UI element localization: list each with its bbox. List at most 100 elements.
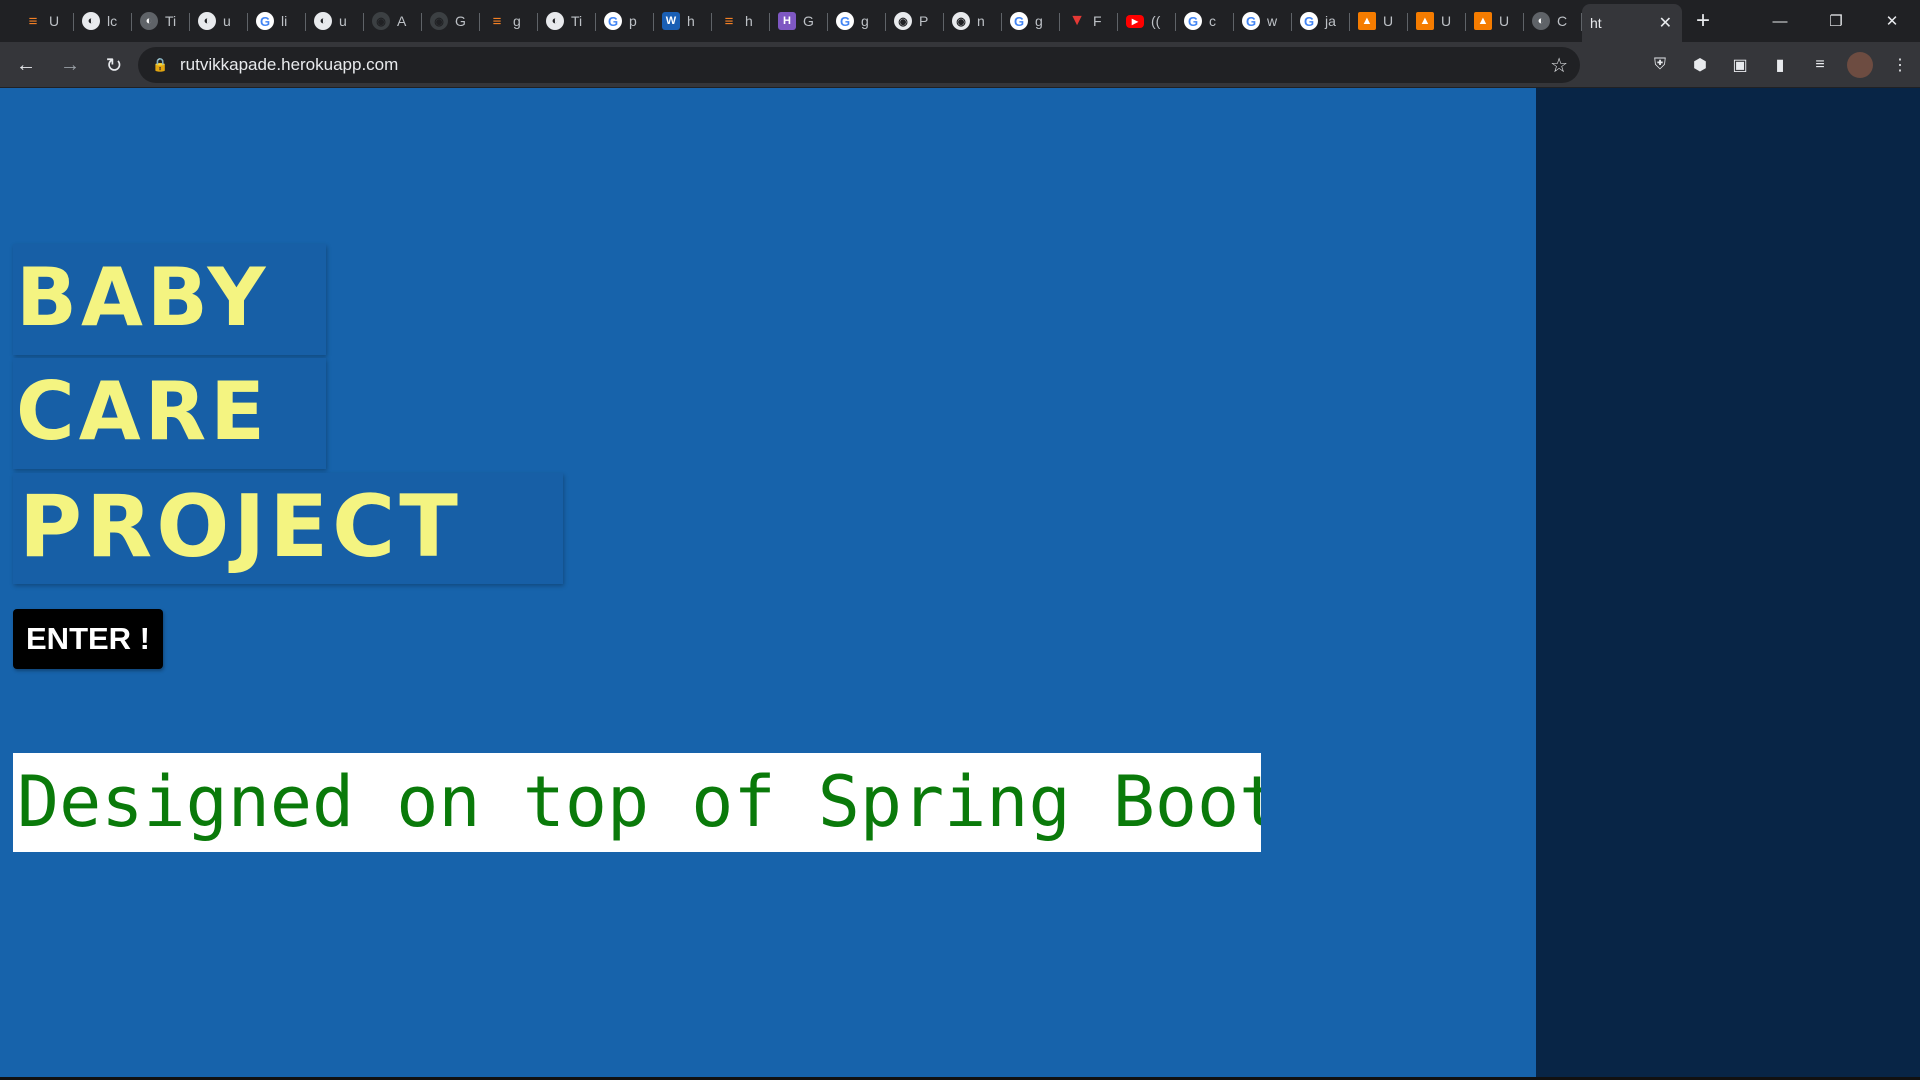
browser-tab[interactable]: Gc <box>1176 4 1234 38</box>
reload-button[interactable]: ↻ <box>96 47 132 83</box>
tab-title: g <box>1035 13 1043 29</box>
browser-tab[interactable]: ▲ U <box>1408 4 1466 38</box>
tab-title: G <box>455 13 466 29</box>
tab-title: g <box>513 13 521 29</box>
tab-title: (( <box>1151 13 1161 29</box>
browser-tab[interactable]: ≡ U <box>16 4 74 38</box>
browser-tab[interactable]: HG <box>770 4 828 38</box>
browser-tab[interactable]: ◉ n <box>944 4 1002 38</box>
close-window-button[interactable]: ✕ <box>1864 0 1920 42</box>
udemy-icon: ▲ <box>1474 12 1492 30</box>
tab-title: g <box>861 13 869 29</box>
browser-tab[interactable]: ≡ g <box>480 4 538 38</box>
browser-tab[interactable]: ◉ G <box>422 4 480 38</box>
stackoverflow-icon: ≡ <box>724 12 734 30</box>
google-icon: G <box>1300 12 1318 30</box>
browser-tab[interactable]: Gg <box>828 4 886 38</box>
word-icon: W <box>662 12 680 30</box>
close-tab-icon[interactable]: ✕ <box>1659 13 1672 33</box>
media-control-icon[interactable]: ≡ <box>1800 42 1840 88</box>
tab-title: w <box>1267 13 1278 29</box>
browser-tab[interactable]: ◉ A <box>364 4 422 38</box>
globe-icon: ◐ <box>1532 12 1550 30</box>
back-button[interactable]: ← <box>8 47 44 83</box>
tab-title: A <box>397 13 407 29</box>
browser-tab[interactable]: ◐ Ti <box>538 4 596 38</box>
tab-title: U <box>1441 13 1452 29</box>
tab-title: lc <box>107 13 118 29</box>
globe-icon: ◐ <box>82 12 100 30</box>
tab-title: p <box>629 13 637 29</box>
tab-title: h <box>745 13 753 29</box>
new-tab-button[interactable]: + <box>1696 0 1710 42</box>
bookmark-star-icon[interactable]: ☆ <box>1550 53 1568 78</box>
tab-title: U <box>49 13 60 29</box>
web-page <box>0 88 1536 1080</box>
browser-tab[interactable]: ◐ lc <box>74 4 132 38</box>
tab-title: G <box>803 13 814 29</box>
google-icon: G <box>1010 12 1028 30</box>
browser-tab[interactable]: ≡ h <box>712 4 770 38</box>
globe-icon: ◐ <box>140 12 158 30</box>
tab-title: U <box>1383 13 1394 29</box>
browser-tab[interactable]: Gg <box>1002 4 1060 38</box>
tab-title: Ti <box>571 13 583 29</box>
browser-tab[interactable]: Gja <box>1292 4 1350 38</box>
tab-title: n <box>977 13 985 29</box>
google-icon: G <box>836 12 854 30</box>
tab-title: Ti <box>165 13 177 29</box>
browser-tab[interactable]: ◐ C <box>1524 4 1582 38</box>
forward-button[interactable]: → <box>52 47 88 83</box>
browser-tab[interactable]: ◐ u <box>306 4 364 38</box>
browser-tab[interactable]: ◐ u <box>190 4 248 38</box>
side-pane <box>1536 88 1920 1080</box>
heroku-icon: H <box>778 12 796 30</box>
tab-title: F <box>1093 13 1102 29</box>
extensions-area: ⛨ ⬢ ▣ ▮ ≡ ⋮ <box>1640 42 1920 88</box>
github-icon: ◉ <box>894 12 912 30</box>
browser-tab[interactable]: Gw <box>1234 4 1292 38</box>
browser-tab[interactable]: ▶ (( <box>1118 4 1176 38</box>
browser-menu-icon[interactable]: ⋮ <box>1880 42 1920 88</box>
profile-avatar[interactable] <box>1847 52 1873 78</box>
browser-tab[interactable]: ◐ Ti <box>132 4 190 38</box>
window-controls: — ❐ ✕ <box>1752 0 1920 42</box>
browser-tab[interactable]: Gli <box>248 4 306 38</box>
google-icon: G <box>604 12 622 30</box>
youtube-icon: ▶ <box>1126 14 1144 28</box>
title-line-baby: BABY <box>13 244 326 355</box>
cube-extension-icon[interactable]: ⬢ <box>1680 42 1720 88</box>
udemy-icon: ▲ <box>1416 12 1434 30</box>
tab-title: c <box>1209 13 1216 29</box>
shield-extension-icon[interactable]: ⛨ <box>1640 42 1680 88</box>
window-extension-icon[interactable]: ▣ <box>1720 42 1760 88</box>
spring-boot-banner: Designed on top of Spring Boot <box>13 753 1261 852</box>
github-icon: ◉ <box>430 12 448 30</box>
globe-icon: ◐ <box>198 12 216 30</box>
stackoverflow-icon: ≡ <box>28 12 38 30</box>
tab-title: h <box>687 13 695 29</box>
browser-tab[interactable]: ▼ F <box>1060 4 1118 38</box>
stackoverflow-icon: ≡ <box>492 12 502 30</box>
udemy-icon: ▲ <box>1358 12 1376 30</box>
title-line-care: CARE <box>13 358 326 469</box>
browser-tab[interactable]: ▲ U <box>1466 4 1524 38</box>
lock-icon[interactable]: 🔒 <box>152 57 168 73</box>
restore-button[interactable]: ❐ <box>1808 0 1864 42</box>
tab-title: ht <box>1590 15 1602 31</box>
minimize-button[interactable]: — <box>1752 0 1808 42</box>
browser-tab[interactable]: ▲ U <box>1350 4 1408 38</box>
address-bar[interactable]: 🔒 rutvikkapade.herokuapp.com ☆ <box>138 47 1580 83</box>
github-icon: ◉ <box>952 12 970 30</box>
github-icon: ◉ <box>372 12 390 30</box>
browser-tab[interactable]: Wh <box>654 4 712 38</box>
browser-tab[interactable]: Gp <box>596 4 654 38</box>
active-tab[interactable]: ht ✕ <box>1582 4 1682 42</box>
bookmark-extension-icon[interactable]: ▮ <box>1760 42 1800 88</box>
url-text[interactable]: rutvikkapade.herokuapp.com <box>180 55 398 75</box>
browser-tab[interactable]: ◉ P <box>886 4 944 38</box>
tab-title: C <box>1557 13 1568 29</box>
tab-title: u <box>339 13 347 29</box>
tab-title: ja <box>1325 13 1336 29</box>
enter-button[interactable]: ENTER ! <box>13 609 163 669</box>
